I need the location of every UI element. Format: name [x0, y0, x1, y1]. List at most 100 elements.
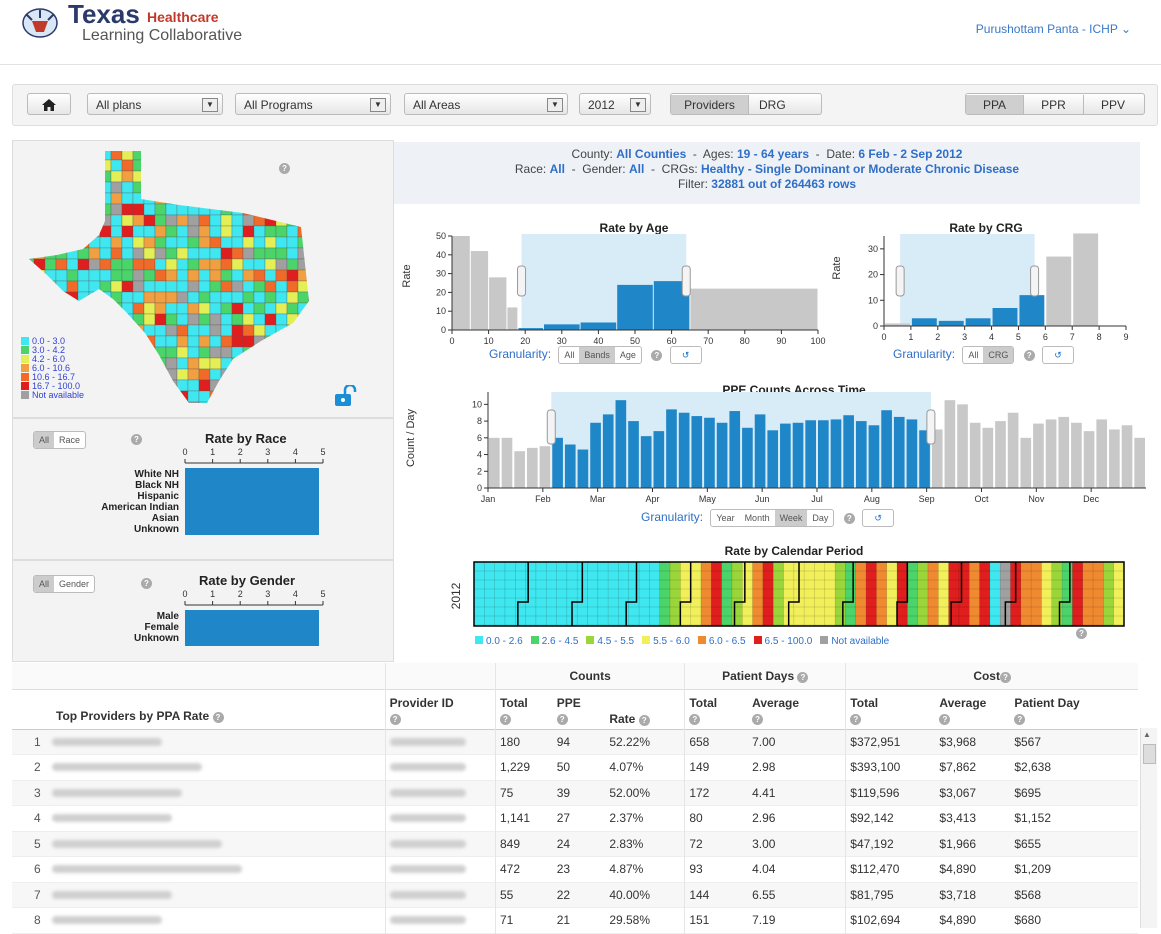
calendar-cell[interactable] [700, 562, 712, 626]
help-icon[interactable]: ? [999, 671, 1011, 683]
time-bar[interactable] [1045, 419, 1057, 488]
race-bar[interactable] [185, 468, 319, 535]
calendar-cell[interactable] [1103, 562, 1114, 626]
crg-reset-icon[interactable]: ↺ [1042, 346, 1075, 364]
race-button[interactable]: Race [54, 432, 85, 448]
time-bar[interactable] [729, 411, 741, 488]
calendar-cell[interactable] [855, 562, 867, 626]
column-header[interactable]: Patient Day? [1010, 689, 1138, 729]
time-bar[interactable] [577, 449, 589, 488]
table-row[interactable]: 2 1,229 50 4.07% 149 2.98 $393,100 $7,862 $2,638 [12, 754, 1138, 781]
calendar-cell[interactable] [897, 562, 908, 626]
age-gran-all[interactable]: All [559, 347, 579, 363]
age-bar[interactable] [690, 288, 818, 330]
table-row[interactable]: 3 75 39 52.00% 172 4.41 $119,596 $3,067 $695 [12, 780, 1138, 806]
calendar-cell[interactable] [484, 562, 495, 626]
plans-select[interactable]: All plans ▼ [87, 93, 223, 115]
crg-bar[interactable] [1046, 256, 1072, 326]
measure-ppv-button[interactable]: PPV [1084, 95, 1142, 114]
home-button[interactable] [27, 93, 71, 115]
time-bar[interactable] [691, 416, 703, 488]
table-row[interactable]: 8 71 21 29.58% 151 7.19 $102,694 $4,890 $680 [12, 907, 1138, 933]
calendar-cell[interactable] [948, 562, 960, 626]
time-bar[interactable] [602, 414, 614, 488]
calendar-cell[interactable] [835, 562, 846, 626]
calendar-cell[interactable] [814, 562, 825, 626]
calendar-cell[interactable] [525, 562, 537, 626]
age-bar[interactable] [489, 277, 507, 330]
scroll-up-icon[interactable]: ▲ [1143, 730, 1153, 740]
calendar-cell[interactable] [597, 562, 609, 626]
gender-bar[interactable] [185, 610, 319, 646]
calendar-cell[interactable] [917, 562, 929, 626]
table-row[interactable]: 7 55 22 40.00% 144 6.55 $81,795 $3,718 $568 [12, 882, 1138, 908]
time-bar[interactable] [678, 412, 690, 488]
calendar-cell[interactable] [958, 562, 970, 626]
time-bar[interactable] [754, 414, 766, 488]
time-bar[interactable] [982, 427, 994, 488]
calendar-cell[interactable] [618, 562, 629, 626]
time-bar[interactable] [881, 410, 892, 488]
time-bar[interactable] [843, 415, 854, 488]
unlock-icon[interactable] [333, 385, 357, 407]
time-bar[interactable] [615, 400, 627, 488]
calendar-cell[interactable] [1113, 562, 1125, 626]
time-bar[interactable] [868, 425, 880, 488]
calendar-cell[interactable] [546, 562, 557, 626]
calendar-cell[interactable] [927, 562, 939, 626]
time-bar[interactable] [780, 423, 791, 488]
calendar-cell[interactable] [680, 562, 691, 626]
calendar-cell[interactable] [1082, 562, 1094, 626]
crg-gran-all[interactable]: All [963, 347, 983, 363]
age-gran-bands[interactable]: Bands [579, 347, 615, 363]
calendar-cell[interactable] [731, 562, 743, 626]
calendar-cell[interactable] [515, 562, 526, 626]
calendar-cell[interactable] [628, 562, 640, 626]
time-bar[interactable] [539, 446, 551, 488]
time-gran-year[interactable]: Year [711, 510, 739, 526]
age-bar[interactable] [580, 322, 617, 330]
help-icon[interactable]: ? [141, 578, 152, 589]
time-bar[interactable] [640, 436, 652, 488]
calendar-cell[interactable] [773, 562, 784, 626]
view-providers-button[interactable]: Providers [671, 95, 749, 114]
time-bar[interactable] [805, 420, 816, 488]
help-icon[interactable]: ? [797, 671, 809, 683]
calendar-cell[interactable] [690, 562, 702, 626]
table-row[interactable]: 4 1,141 27 2.37% 80 2.96 $92,142 $3,413 $1,152 [12, 805, 1138, 831]
time-bar[interactable] [969, 422, 981, 488]
time-bar[interactable] [552, 437, 563, 488]
time-bar[interactable] [995, 421, 1006, 488]
time-bar[interactable] [666, 409, 677, 488]
provider-name-cell[interactable]: 5 [12, 831, 385, 857]
time-reset-icon[interactable]: ↺ [862, 509, 895, 527]
time-bar[interactable] [830, 419, 842, 488]
crg-brush-handle[interactable] [895, 265, 905, 297]
calendar-cell[interactable] [742, 562, 753, 626]
time-gran-day[interactable]: Day [807, 510, 833, 526]
calendar-cell[interactable] [1062, 562, 1073, 626]
help-icon[interactable]: ? [1076, 628, 1087, 639]
calendar-cell[interactable] [866, 562, 877, 626]
time-bar[interactable] [501, 437, 513, 488]
calendar-cell[interactable] [474, 562, 485, 626]
table-row[interactable]: 5 849 24 2.83% 72 3.00 $47,192 $1,966 $655 [12, 831, 1138, 857]
help-icon[interactable]: ? [850, 713, 862, 725]
calendar-cell[interactable] [969, 562, 980, 626]
time-gran-week[interactable]: Week [774, 510, 808, 526]
time-bar[interactable] [1121, 425, 1133, 488]
table-row[interactable]: 6 472 23 4.87% 93 4.04 $112,470 $4,890 $1,209 [12, 856, 1138, 882]
time-bar[interactable] [1058, 416, 1070, 488]
calendar-cell[interactable] [1041, 562, 1052, 626]
help-icon[interactable]: ? [499, 713, 511, 725]
time-brush-handle[interactable] [546, 409, 556, 445]
time-bar[interactable] [526, 447, 538, 488]
calendar-cell[interactable] [762, 562, 774, 626]
calendar-cell[interactable] [979, 562, 991, 626]
time-bar[interactable] [590, 422, 601, 488]
time-bar[interactable] [742, 427, 753, 488]
calendar-cell[interactable] [752, 562, 764, 626]
calendar-cell[interactable] [989, 562, 1001, 626]
provider-name-cell[interactable]: 2 [12, 755, 385, 781]
areas-select[interactable]: All Areas ▼ [404, 93, 568, 115]
